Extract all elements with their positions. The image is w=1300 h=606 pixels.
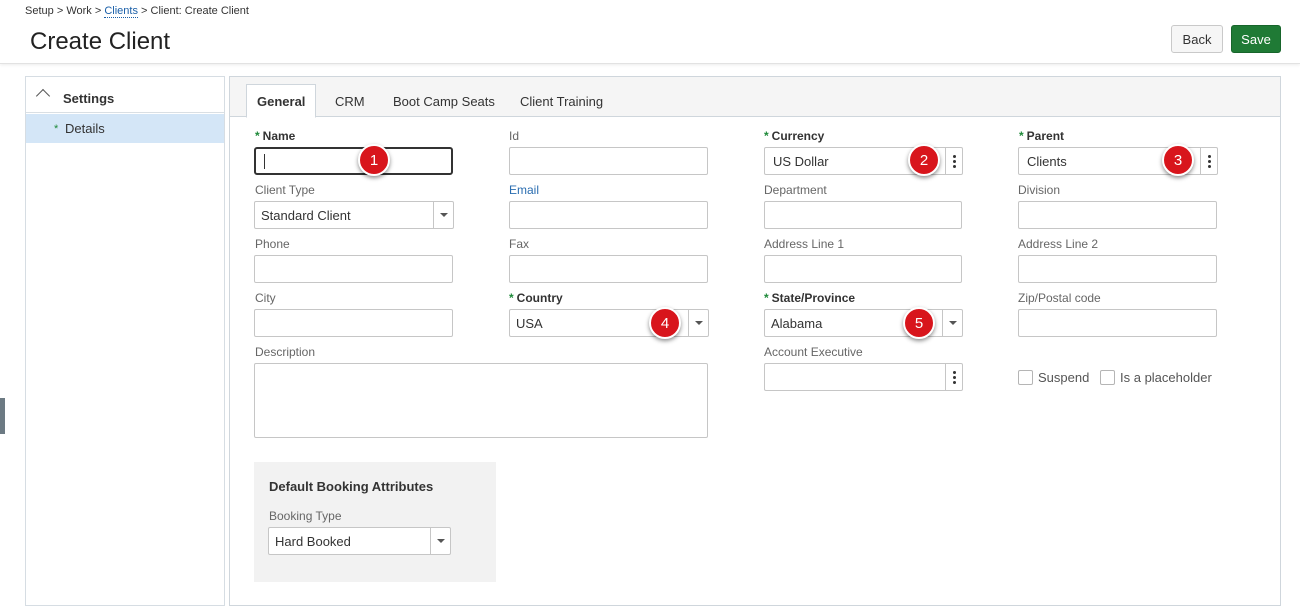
save-button[interactable]: Save [1231, 25, 1281, 53]
booking-type-select[interactable]: Hard Booked [268, 527, 451, 555]
breadcrumb-separator: > [94, 5, 102, 17]
chevron-down-icon[interactable] [430, 528, 450, 554]
required-star-icon: * [54, 123, 59, 135]
sidebar-item-details[interactable]: * Details [26, 114, 224, 143]
sidebar: Settings * Details [25, 76, 225, 606]
account-executive-label: Account Executive [764, 345, 863, 359]
suspend-label: Suspend [1038, 370, 1090, 385]
placeholder-label: Is a placeholder [1120, 370, 1212, 385]
annotation-badge-2: 2 [908, 144, 940, 176]
page-title: Create Client [30, 28, 171, 55]
chevron-up-icon[interactable] [35, 88, 51, 104]
parent-label: * Parent [1019, 129, 1065, 143]
fax-input[interactable] [509, 255, 708, 283]
name-input[interactable] [254, 147, 453, 175]
name-label: * Name [255, 129, 296, 143]
breadcrumb-current: Client: Create Client [150, 5, 249, 17]
sidebar-item-label: Details [65, 121, 105, 136]
phone-label: Phone [255, 237, 290, 251]
more-options-icon[interactable] [945, 148, 962, 174]
state-value: Alabama [771, 315, 823, 331]
booking-attributes-section: Default Booking Attributes Booking Type … [254, 462, 496, 582]
department-input[interactable] [764, 201, 962, 229]
state-label: * State/Province [764, 291, 856, 305]
booking-section-title: Default Booking Attributes [269, 479, 434, 494]
address-line1-input[interactable] [764, 255, 962, 283]
sidebar-section-settings[interactable]: Settings [26, 77, 224, 113]
annotation-badge-5: 5 [903, 307, 935, 339]
sidebar-section-title: Settings [63, 91, 115, 106]
breadcrumb-setup: Setup [25, 5, 54, 17]
breadcrumb-separator: > [141, 5, 148, 17]
booking-type-value: Hard Booked [275, 533, 351, 549]
fax-label: Fax [509, 237, 530, 251]
tab-crm[interactable]: CRM [335, 86, 365, 117]
back-button[interactable]: Back [1171, 25, 1223, 53]
tab-bar: General CRM Boot Camp Seats Client Train… [230, 77, 1280, 118]
text-caret [264, 153, 265, 169]
country-value: USA [516, 315, 543, 331]
account-executive-lookup[interactable] [764, 363, 963, 391]
more-options-icon[interactable] [945, 364, 962, 390]
collapse-handle[interactable] [0, 398, 5, 434]
annotation-badge-4: 4 [649, 307, 681, 339]
page-header: Setup > Work > Clients > Client: Create … [0, 0, 1300, 64]
parent-value: Clients [1027, 153, 1067, 169]
zip-label: Zip/Postal code [1018, 291, 1101, 305]
chevron-down-icon[interactable] [942, 310, 962, 336]
address-line2-input[interactable] [1018, 255, 1217, 283]
division-input[interactable] [1018, 201, 1217, 229]
suspend-checkbox[interactable] [1018, 370, 1033, 385]
description-label: Description [255, 345, 316, 359]
placeholder-checkbox[interactable] [1100, 370, 1115, 385]
client-type-select[interactable]: Standard Client [254, 201, 454, 229]
phone-input[interactable] [254, 255, 453, 283]
zip-input[interactable] [1018, 309, 1217, 337]
tab-general[interactable]: General [246, 84, 317, 118]
currency-value: US Dollar [773, 153, 829, 169]
tab-client-training[interactable]: Client Training [520, 86, 603, 117]
chevron-down-icon[interactable] [433, 202, 453, 228]
email-label: Email [509, 183, 540, 197]
address-line1-label: Address Line 1 [764, 237, 845, 251]
breadcrumb: Setup > Work > Clients > Client: Create … [25, 5, 249, 18]
breadcrumb-work: Work [66, 5, 92, 17]
email-input[interactable] [509, 201, 708, 229]
more-options-icon[interactable] [1200, 148, 1217, 174]
booking-type-label: Booking Type [269, 509, 342, 523]
city-input[interactable] [254, 309, 453, 337]
description-textarea[interactable] [254, 363, 708, 438]
tab-boot-camp-seats[interactable]: Boot Camp Seats [393, 86, 495, 117]
annotation-badge-3: 3 [1162, 144, 1194, 176]
country-label: * Country [509, 291, 563, 305]
breadcrumb-separator: > [56, 5, 64, 17]
client-type-label: Client Type [255, 183, 315, 197]
division-label: Division [1018, 183, 1061, 197]
breadcrumb-clients-link[interactable]: Clients [104, 5, 138, 18]
client-type-value: Standard Client [261, 207, 351, 223]
id-input[interactable] [509, 147, 708, 175]
chevron-down-icon[interactable] [688, 310, 708, 336]
address-line2-label: Address Line 2 [1018, 237, 1099, 251]
id-label: Id [509, 129, 520, 143]
annotation-badge-1: 1 [358, 144, 390, 176]
currency-label: * Currency [764, 129, 825, 143]
department-label: Department [764, 183, 827, 197]
city-label: City [255, 291, 276, 305]
